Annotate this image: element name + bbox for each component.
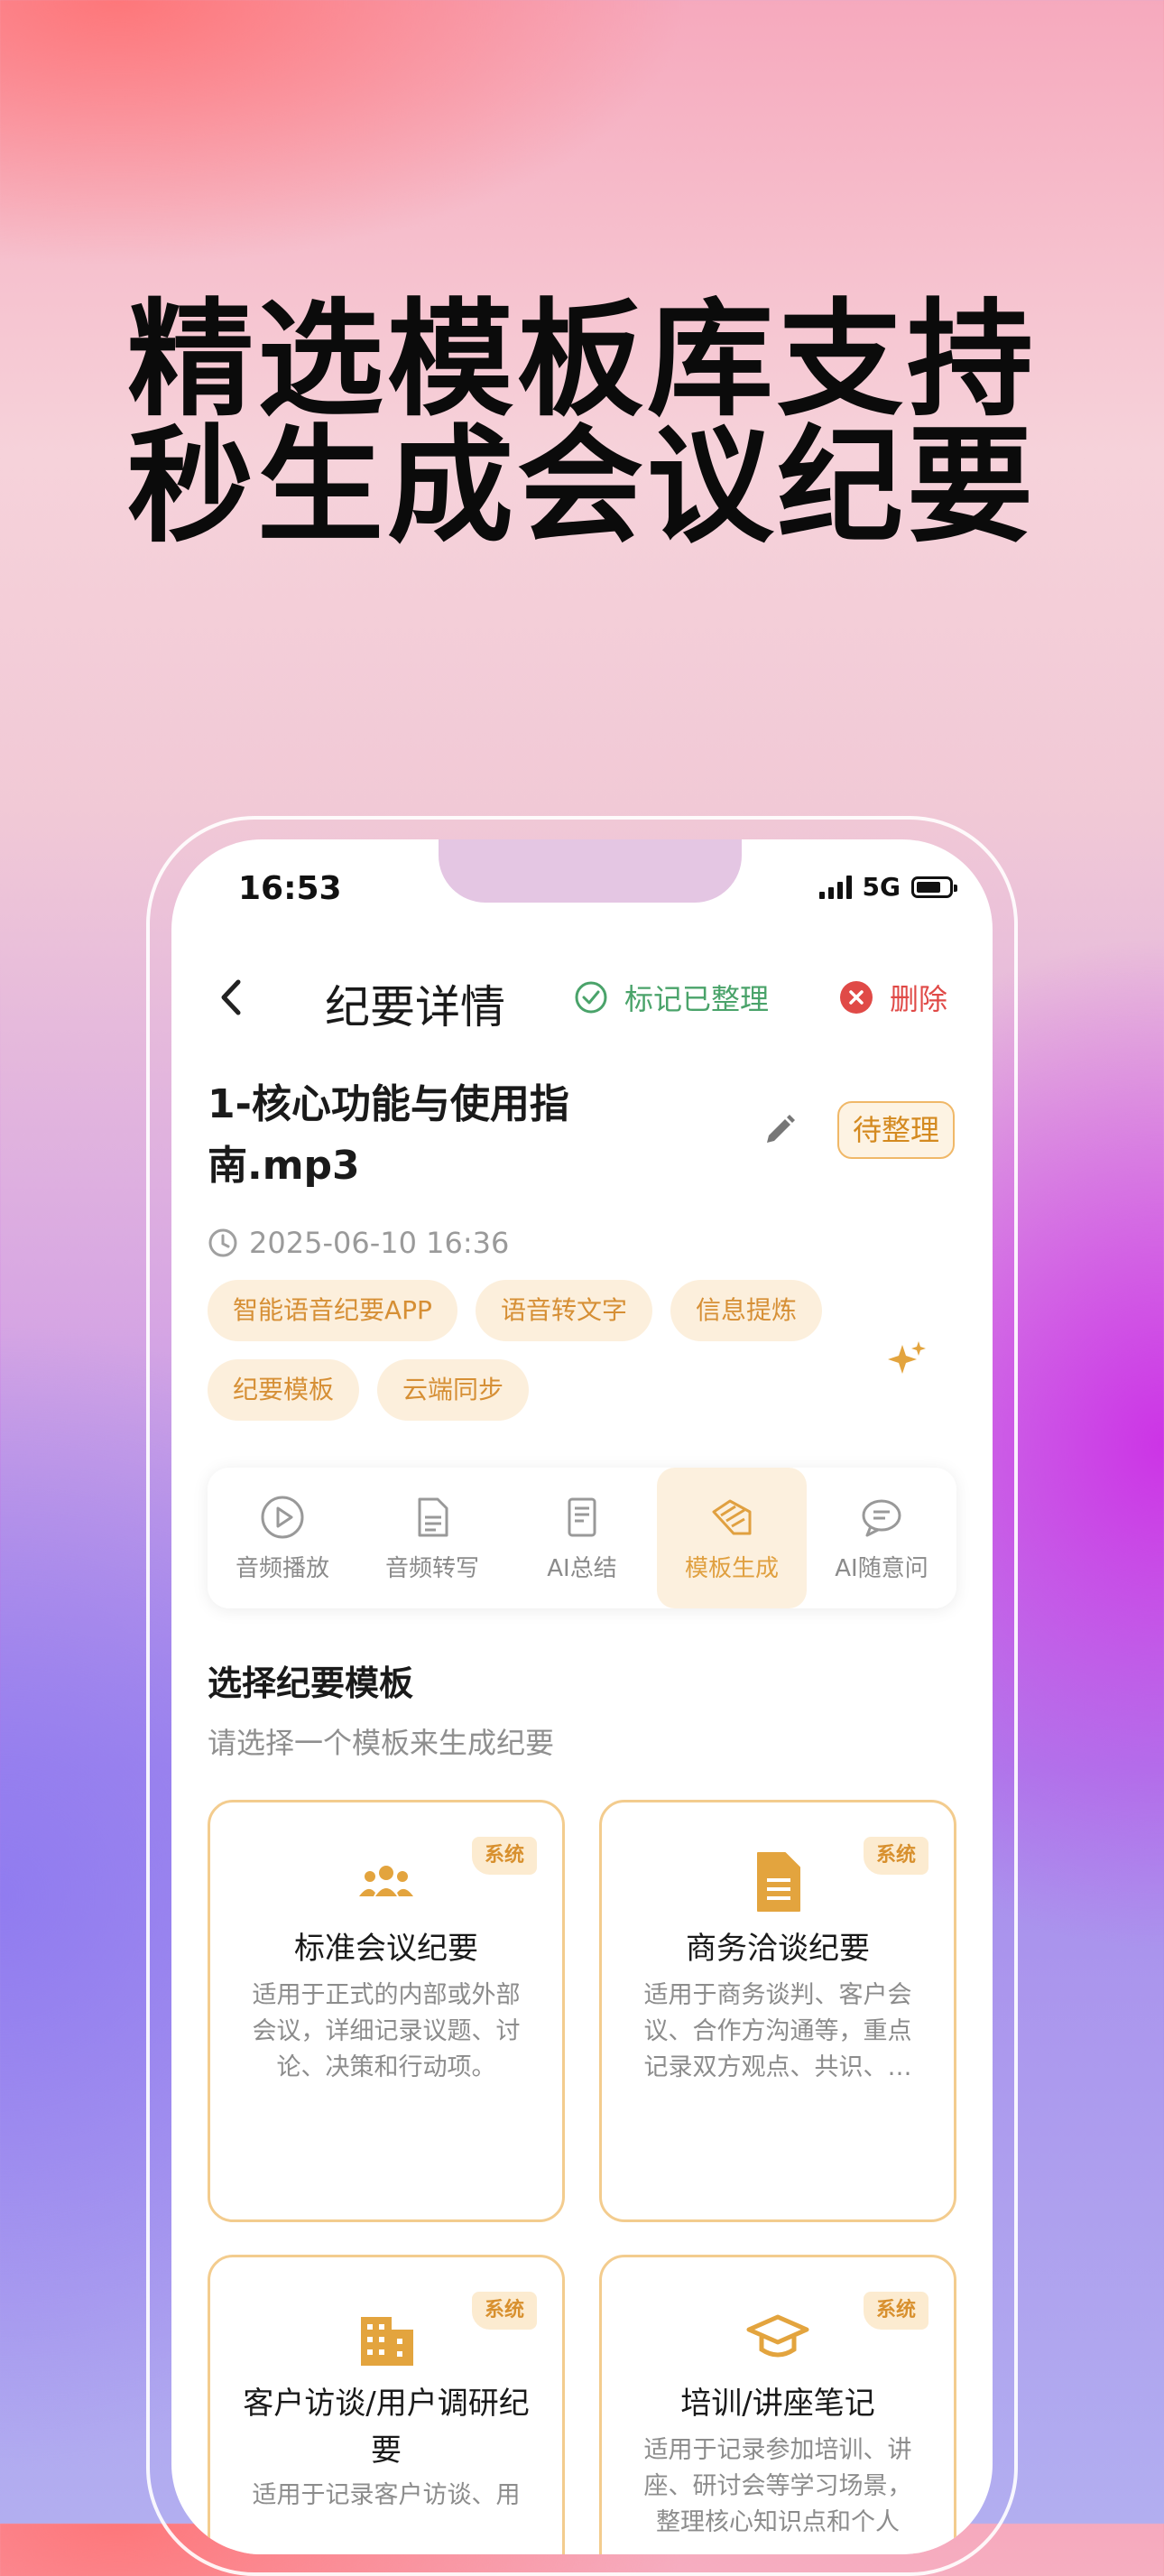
templates-icon [712,1499,752,1534]
system-badge: 系统 [863,2292,928,2330]
template-card-training[interactable]: 系统 培训/讲座笔记 适用于记录参加培训、讲座、研讨会等学习场景，整理核心知识点… [599,2255,956,2554]
tab-ai-ask[interactable]: AI随意问 [807,1468,956,1608]
tab-label: 模板生成 [684,1554,779,1582]
card-description: 适用于记录客户访谈、用 [252,2481,521,2509]
mark-organized-label: 标记已整理 [624,982,770,1016]
feature-tab-bar: 音频播放 音频转写 AI总结 模板生成 AI随意问 [208,1468,956,1608]
system-badge: 系统 [471,2292,537,2330]
status-time: 16:53 [238,870,342,907]
file-icon [757,1852,800,1912]
chat-icon [862,1499,901,1536]
card-title: 培训/讲座笔记 [680,2386,875,2422]
card-description: 适用于商务谈判、客户会议、合作方沟通等，重点记录双方观点、共识、… [643,1981,912,2081]
headline-line-1: 精选模板库支持 [126,287,1037,434]
back-icon[interactable] [209,975,254,1020]
card-title: 客户访谈/用户调研纪要 [243,2386,530,2469]
tag[interactable]: 纪要模板 [208,1359,360,1421]
edit-icon[interactable] [760,1110,799,1150]
card-description: 适用于正式的内部或外部会议，详细记录议题、讨论、决策和行动项。 [252,1981,521,2081]
template-card-business[interactable]: 系统 商务洽谈纪要 适用于商务谈判、客户会议、合作方沟通等，重点记录双方观点、共… [599,1800,956,2222]
tab-label: 音频转写 [384,1554,479,1582]
tab-ai-summary[interactable]: AI总结 [507,1468,657,1608]
tag[interactable]: 语音转文字 [475,1280,652,1341]
graduation-cap-icon [746,2314,809,2358]
signal-icon [818,875,852,899]
card-title: 商务洽谈纪要 [686,1931,870,1967]
card-title: 标准会议纪要 [294,1931,478,1967]
template-card-customer-interview[interactable]: 系统 客户访谈/用户调研纪要 适用于记录客户访谈、用 [208,2255,565,2554]
tab-audio-play[interactable]: 音频播放 [208,1468,357,1608]
close-circle-icon [840,981,873,1014]
tab-audio-transcribe[interactable]: 音频转写 [357,1468,507,1608]
delete-label: 删除 [890,982,948,1016]
battery-icon [911,876,957,898]
file-title: 1-核心功能与使用指南.mp3 [208,1081,569,1189]
tag-list: 智能语音纪要APP 语音转文字 信息提炼 纪要模板 云端同步 [208,1280,839,1421]
tag[interactable]: 信息提炼 [670,1280,822,1341]
date-row: 2025-06-10 16:36 [208,1226,509,1260]
template-card-standard-meeting[interactable]: 系统 标准会议纪要 适用于正式的内部或外部会议，详细记录议题、讨论、决策和行动项… [208,1800,565,2222]
sparkle-icon[interactable] [884,1338,929,1383]
check-circle-icon [575,981,607,1014]
status-indicators: 5G [818,872,957,902]
tab-label: 音频播放 [235,1554,329,1582]
people-icon [359,1866,413,1896]
play-circle-icon [261,1496,304,1538]
building-icon [361,2317,413,2366]
file-datetime: 2025-06-10 16:36 [249,1226,510,1260]
tab-template-generate[interactable]: 模板生成 [657,1468,807,1608]
section-title: 选择纪要模板 [208,1663,414,1703]
headline-line-2: 秒生成会议纪要 [126,413,1037,561]
headline: 精选模板库支持 秒生成会议纪要 [0,298,1164,551]
tag[interactable]: 云端同步 [377,1359,530,1421]
page-title: 纪要详情 [325,981,505,1033]
status-badge[interactable]: 待整理 [837,1101,955,1159]
tab-label: AI总结 [547,1554,617,1582]
phone-screen: 16:53 5G 纪要详情 标记已整理 删除 1-核心功能与使用指南.mp3 待… [171,839,993,2554]
document-icon [418,1497,448,1536]
tag[interactable]: 智能语音纪要APP [208,1280,457,1341]
network-label: 5G [862,872,901,902]
notch [439,839,742,903]
system-badge: 系统 [471,1837,537,1875]
section-subtitle: 请选择一个模板来生成纪要 [208,1726,555,1760]
summary-icon [568,1497,596,1536]
delete-button[interactable]: 删除 [839,977,947,1018]
system-badge: 系统 [863,1837,928,1875]
tab-label: AI随意问 [835,1554,928,1582]
mark-organized-button[interactable]: 标记已整理 [574,977,769,1018]
card-description: 适用于记录参加培训、讲座、研讨会等学习场景，整理核心知识点和个人 [643,2436,912,2536]
nav-bar: 纪要详情 标记已整理 删除 [171,966,993,1033]
clock-icon [208,1228,237,1257]
